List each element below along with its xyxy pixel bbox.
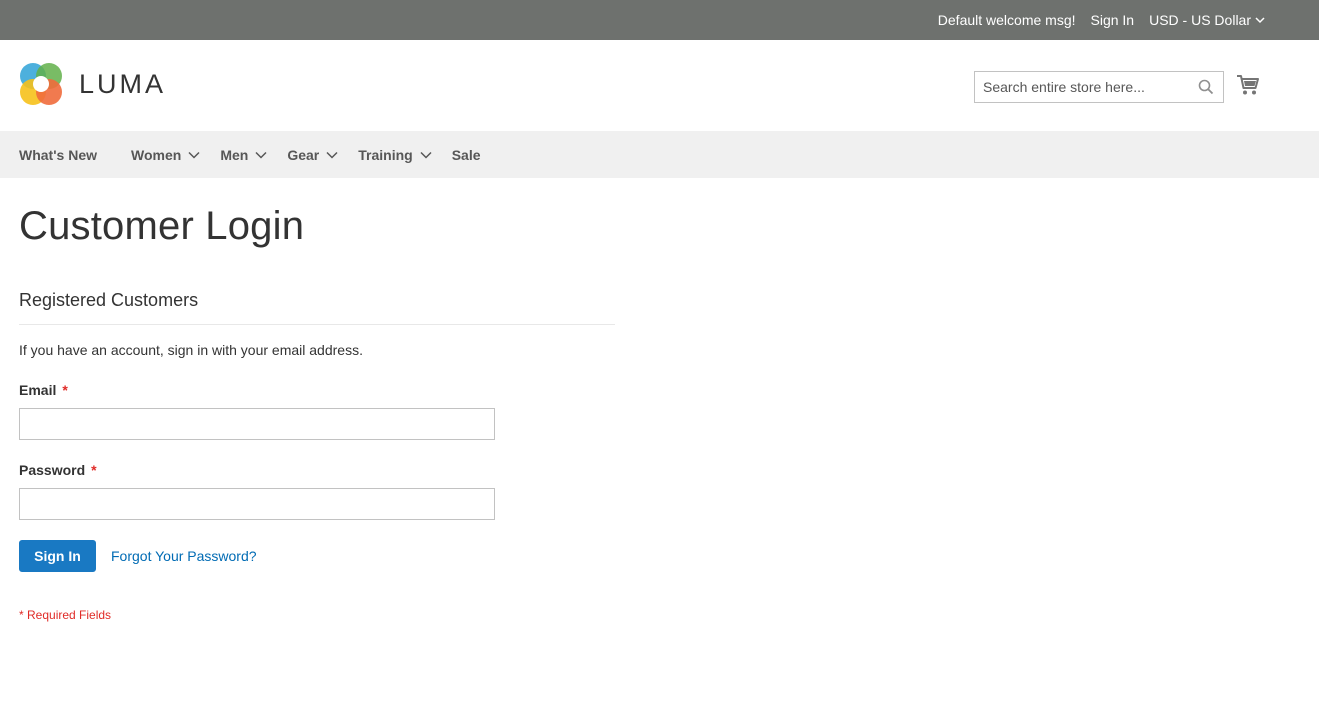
- top-bar-links: Default welcome msg! Sign In USD - US Do…: [938, 0, 1265, 40]
- chevron-down-icon: [255, 151, 267, 159]
- main-navigation: What's New Women Men Gear Training Sale: [0, 131, 1319, 178]
- email-label: Email *: [19, 380, 68, 400]
- required-fields-note: * Required Fields: [19, 608, 112, 622]
- nav-item-label: Training: [358, 146, 413, 163]
- password-label: Password *: [19, 460, 97, 480]
- nav-item-women[interactable]: Women: [131, 147, 200, 163]
- registered-customers-title: Registered Customers: [19, 288, 615, 325]
- top-bar: Default welcome msg! Sign In USD - US Do…: [0, 0, 1319, 40]
- nav-item-men[interactable]: Men: [220, 147, 267, 163]
- page-title: Customer Login: [19, 204, 305, 248]
- nav-item-gear[interactable]: Gear: [287, 147, 338, 163]
- logo-text: LUMA: [79, 68, 167, 99]
- store-logo[interactable]: LUMA: [19, 62, 166, 106]
- nav-item-label: Gear: [287, 146, 320, 163]
- nav-item-label: What's New: [19, 146, 98, 163]
- chevron-down-icon: [188, 151, 200, 159]
- nav-item-label: Women: [131, 146, 182, 163]
- welcome-message: Default welcome msg!: [937, 12, 1076, 28]
- email-field[interactable]: [19, 408, 495, 440]
- nav-item-label: Sale: [451, 146, 481, 163]
- luma-logo-icon: [20, 63, 62, 105]
- nav-item-label: Men: [220, 146, 249, 163]
- nav-item-whats-new[interactable]: What's New: [19, 147, 97, 163]
- forgot-password-link[interactable]: Forgot Your Password?: [111, 546, 257, 566]
- cart-icon[interactable]: [1236, 74, 1260, 96]
- search-box: [974, 71, 1224, 103]
- sign-in-button[interactable]: Sign In: [19, 540, 96, 572]
- nav-list: What's New Women Men Gear Training Sale: [19, 131, 515, 178]
- chevron-down-icon: [420, 151, 432, 159]
- chevron-down-icon: [326, 151, 338, 159]
- header: LUMA: [0, 40, 1319, 131]
- required-asterisk: *: [62, 382, 68, 398]
- password-field[interactable]: [19, 488, 495, 520]
- nav-item-sale[interactable]: Sale: [452, 147, 481, 163]
- password-label-text: Password: [19, 462, 86, 478]
- required-asterisk: *: [91, 462, 97, 478]
- email-label-text: Email: [19, 382, 57, 398]
- search-input[interactable]: [975, 72, 1195, 102]
- currency-label: USD - US Dollar: [1149, 12, 1251, 28]
- currency-switcher[interactable]: USD - US Dollar: [1149, 12, 1265, 28]
- search-icon[interactable]: [1198, 79, 1214, 95]
- chevron-down-icon: [1255, 16, 1265, 23]
- login-intro-text: If you have an account, sign in with you…: [19, 342, 363, 358]
- sign-in-link[interactable]: Sign In: [1091, 12, 1135, 28]
- nav-item-training[interactable]: Training: [358, 146, 432, 163]
